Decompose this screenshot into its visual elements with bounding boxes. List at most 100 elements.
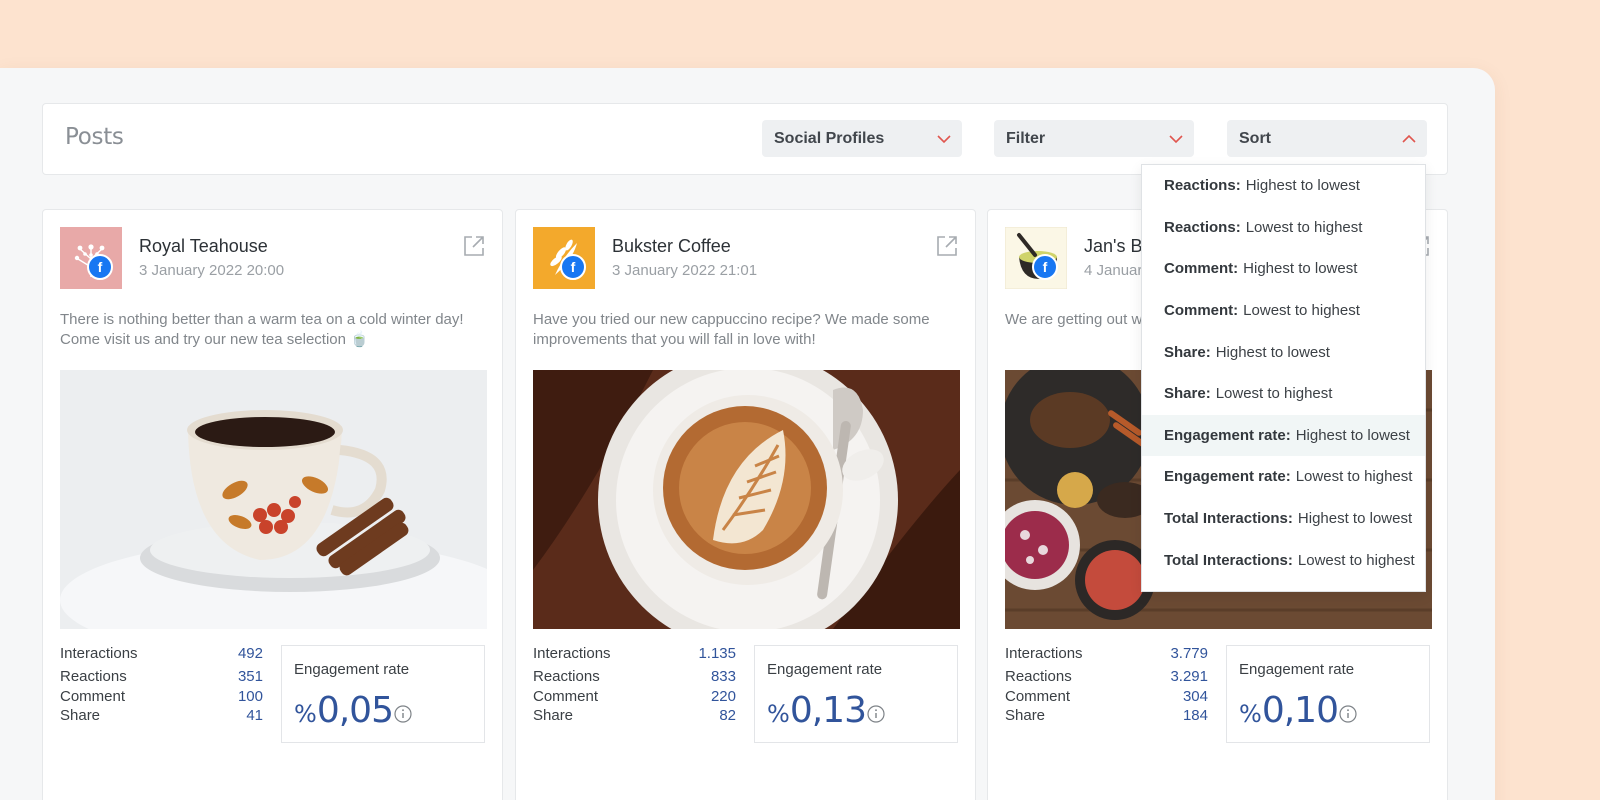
sort-order: Highest to lowest xyxy=(1295,426,1410,444)
stat-reactions: Reactions 351 xyxy=(60,668,263,688)
stat-reactions: Reactions 833 xyxy=(533,668,736,688)
sort-option-engagement-asc[interactable]: Engagement rate: Lowest to highest xyxy=(1142,456,1425,498)
stat-label: Interactions xyxy=(60,645,138,662)
engagement-rate-box: Engagement rate %0,10 xyxy=(1226,645,1430,743)
stat-label: Comment xyxy=(1005,687,1071,705)
profile-name[interactable]: Royal Teahouse xyxy=(139,236,268,257)
engagement-number: 0,10 xyxy=(1261,690,1339,731)
stat-label: Interactions xyxy=(1005,645,1083,662)
sort-option-comment-desc[interactable]: Comment: Highest to lowest xyxy=(1142,248,1425,290)
stat-value: 833 xyxy=(710,668,736,685)
stat-label: Share xyxy=(533,707,574,724)
sort-field: Reactions: xyxy=(1164,177,1241,195)
chevron-down-icon xyxy=(937,135,951,144)
post-card: f Royal Teahouse 3 January 2022 20:00 Th… xyxy=(42,209,503,800)
engagement-label: Engagement rate xyxy=(1239,661,1355,678)
stat-label: Comment xyxy=(533,687,599,705)
sort-field: Engagement rate: xyxy=(1164,426,1291,444)
stat-label: Reactions xyxy=(1005,668,1072,685)
sort-order: Highest to lowest xyxy=(1215,343,1330,361)
post-image[interactable] xyxy=(533,370,960,629)
stat-label: Comment xyxy=(60,687,126,705)
info-icon[interactable] xyxy=(867,705,885,723)
sort-option-engagement-desc[interactable]: Engagement rate: Highest to lowest xyxy=(1142,414,1425,457)
post-date: 3 January 2022 21:01 xyxy=(612,262,758,279)
stat-share: Share 82 xyxy=(533,707,736,727)
sort-option-share-desc[interactable]: Share: Highest to lowest xyxy=(1142,331,1425,373)
sort-field: Total Interactions: xyxy=(1164,510,1293,528)
stat-value: 1.135 xyxy=(698,645,736,662)
sort-menu: Reactions: Highest to lowest Reactions: Lo… xyxy=(1141,164,1426,592)
chevron-down-icon xyxy=(1169,135,1183,144)
stat-label: Share xyxy=(60,707,101,724)
stat-label: Share xyxy=(1005,707,1046,724)
stat-value: 220 xyxy=(710,687,736,705)
stat-value: 41 xyxy=(246,707,263,724)
stat-reactions: Reactions 3.291 xyxy=(1005,668,1208,688)
stat-label: Interactions xyxy=(533,645,611,662)
dropdown-label: Social Profiles xyxy=(774,129,885,147)
facebook-icon: f xyxy=(1032,254,1058,280)
stat-label: Reactions xyxy=(533,668,600,685)
info-icon[interactable] xyxy=(394,705,412,723)
sort-field: Comment: xyxy=(1164,260,1239,278)
sort-order: Lowest to highest xyxy=(1245,218,1363,236)
sort-option-share-asc[interactable]: Share: Lowest to highest xyxy=(1142,373,1425,415)
stat-interactions: Interactions 492 xyxy=(60,645,263,668)
percent-sign: % xyxy=(294,700,317,728)
stat-value: 351 xyxy=(237,668,263,685)
post-date: 4 Januar xyxy=(1084,262,1143,279)
engagement-value: %0,10 xyxy=(1239,690,1339,731)
sort-option-reactions-desc[interactable]: Reactions: Highest to lowest xyxy=(1142,165,1425,207)
social-profiles-dropdown[interactable]: Social Profiles xyxy=(762,120,962,157)
stat-share: Share 41 xyxy=(60,707,263,727)
sort-field: Comment: xyxy=(1164,302,1239,320)
stat-comment: Comment 304 xyxy=(1005,688,1208,708)
sort-option-interactions-asc[interactable]: Total Interactions: Lowest to highest xyxy=(1142,539,1425,581)
stat-value: 82 xyxy=(719,707,736,724)
sort-order: Lowest to highest xyxy=(1295,468,1413,486)
post-card: f Bukster Coffee 3 January 2022 21:01 Ha… xyxy=(515,209,976,800)
stat-value: 492 xyxy=(237,645,263,662)
external-link-icon[interactable] xyxy=(935,234,959,258)
post-text: Have you tried our new cappuccino recipe… xyxy=(533,311,930,348)
stat-label: Reactions xyxy=(60,668,127,685)
sort-field: Share: xyxy=(1164,385,1211,403)
stat-interactions: Interactions 3.779 xyxy=(1005,645,1208,668)
post-stats: Interactions 492 Reactions 351 Comment 100 … xyxy=(60,645,263,727)
dropdown-label: Filter xyxy=(1006,129,1046,147)
info-icon[interactable] xyxy=(1339,705,1357,723)
sort-option-interactions-desc[interactable]: Total Interactions: Highest to lowest xyxy=(1142,498,1425,540)
sort-field: Total Interactions: xyxy=(1164,551,1293,569)
percent-sign: % xyxy=(767,700,790,728)
stat-value: 3.291 xyxy=(1170,668,1208,685)
facebook-icon: f xyxy=(560,254,586,280)
percent-sign: % xyxy=(1239,700,1262,728)
sort-field: Share: xyxy=(1164,343,1211,361)
filter-dropdown[interactable]: Filter xyxy=(994,120,1194,157)
stat-comment: Comment 100 xyxy=(60,688,263,708)
sort-order: Lowest to highest xyxy=(1243,302,1360,320)
facebook-icon: f xyxy=(87,254,113,280)
sort-order: Highest to lowest xyxy=(1297,510,1413,528)
profile-name[interactable]: Jan's Bi xyxy=(1084,236,1146,257)
engagement-number: 0,13 xyxy=(789,690,867,731)
sort-option-reactions-asc[interactable]: Reactions: Lowest to highest xyxy=(1142,207,1425,249)
sort-order: Highest to lowest xyxy=(1245,177,1360,195)
profile-name[interactable]: Bukster Coffee xyxy=(612,236,731,257)
engagement-rate-box: Engagement rate %0,05 xyxy=(281,645,485,743)
page-title: Posts xyxy=(65,124,124,150)
external-link-icon[interactable] xyxy=(462,234,486,258)
post-image[interactable] xyxy=(60,370,487,629)
engagement-rate-box: Engagement rate %0,13 xyxy=(754,645,958,743)
stat-value: 304 xyxy=(1182,687,1208,705)
post-text: There is nothing better than a warm tea … xyxy=(60,311,464,348)
sort-order: Lowest to highest xyxy=(1215,385,1333,403)
sort-field: Reactions: xyxy=(1164,218,1241,236)
sort-field: Engagement rate: xyxy=(1164,468,1291,486)
post-date: 3 January 2022 20:00 xyxy=(139,262,285,279)
sort-option-comment-asc[interactable]: Comment: Lowest to highest xyxy=(1142,290,1425,332)
sort-order: Highest to lowest xyxy=(1243,260,1358,278)
sort-dropdown[interactable]: Sort xyxy=(1227,120,1427,157)
stat-value: 3.779 xyxy=(1170,645,1208,662)
